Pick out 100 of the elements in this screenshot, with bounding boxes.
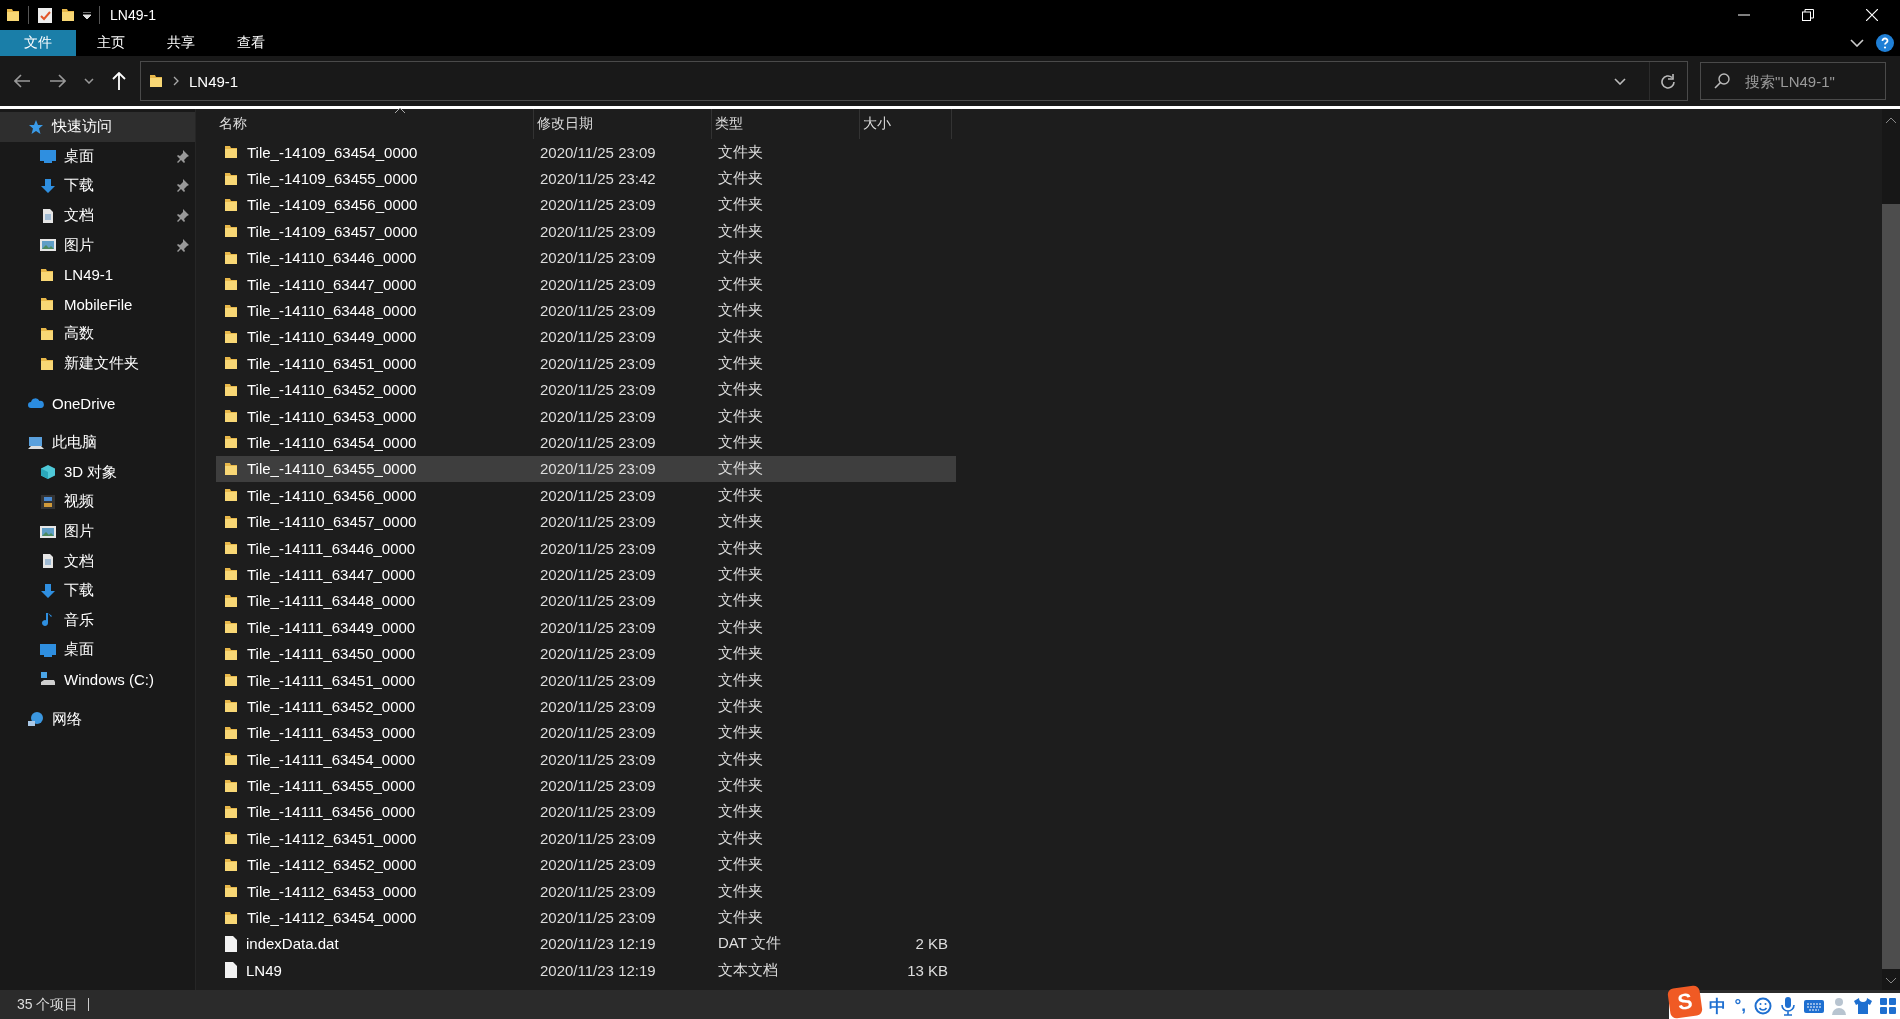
up-arrow-icon[interactable] — [112, 72, 126, 90]
sidebar-item[interactable]: 网络 — [0, 704, 195, 734]
sidebar-item[interactable]: 图片 — [0, 230, 195, 260]
file-row[interactable]: Tile_-14110_63448_0000 2020/11/25 23:09 文件夹 — [216, 297, 956, 324]
file-row[interactable]: Tile_-14110_63447_0000 2020/11/25 23:09 文件夹 — [216, 270, 956, 298]
keyboard-icon[interactable] — [1804, 998, 1824, 1014]
file-row[interactable]: Tile_-14111_63456_0000 2020/11/25 23:09 文件夹 — [216, 798, 956, 826]
column-header[interactable]: 类型 — [712, 109, 860, 139]
sidebar-item[interactable]: 新建文件夹 — [0, 348, 195, 379]
grid-icon[interactable] — [1880, 998, 1896, 1014]
file-row[interactable]: Tile_-14111_63454_0000 2020/11/25 23:09 文件夹 — [216, 746, 956, 773]
sidebar-item[interactable]: MobileFile — [0, 289, 195, 320]
sidebar-item[interactable]: 桌面 — [0, 635, 195, 665]
file-type: DAT 文件 — [717, 934, 782, 954]
scroll-down-icon[interactable] — [1885, 977, 1897, 984]
modified-date: 2020/11/25 23:09 — [539, 460, 657, 478]
sidebar-item[interactable]: 图片 — [0, 516, 195, 547]
file-row[interactable]: Tile_-14110_63457_0000 2020/11/25 23:09 文件夹 — [216, 508, 956, 535]
sidebar-item[interactable]: 3D 对象 — [0, 457, 195, 488]
file-row[interactable]: Tile_-14109_63457_0000 2020/11/25 23:09 文件夹 — [216, 218, 956, 245]
chevron-down-icon[interactable] — [1850, 39, 1864, 47]
file-row[interactable]: Tile_-14111_63446_0000 2020/11/25 23:09 文件夹 — [216, 534, 956, 562]
modified-date: 2020/11/25 23:09 — [539, 697, 657, 715]
pin-icon — [177, 179, 189, 193]
forward-arrow-icon[interactable] — [49, 74, 66, 88]
file-name: Tile_-14110_63455_0000 — [247, 460, 417, 478]
file-type: 文件夹 — [717, 327, 764, 347]
modified-date: 2020/11/25 23:09 — [539, 592, 657, 610]
file-row[interactable]: Tile_-14111_63452_0000 2020/11/25 23:09 文件夹 — [216, 693, 956, 720]
ribbon-tab[interactable]: 共享 — [146, 30, 216, 56]
sidebar-item[interactable]: 视频 — [0, 487, 195, 517]
microphone-icon[interactable] — [1780, 996, 1796, 1016]
folder-icon — [40, 266, 56, 283]
file-row[interactable]: Tile_-14111_63451_0000 2020/11/25 23:09 文件夹 — [216, 666, 956, 694]
sidebar-item[interactable]: 文档 — [0, 200, 195, 231]
sidebar-item[interactable]: 快速访问 — [0, 112, 195, 142]
search-field[interactable]: 搜索"LN49-1" — [1700, 62, 1886, 100]
address-field[interactable]: LN49-1 — [140, 61, 1688, 101]
file-row[interactable]: Tile_-14111_63449_0000 2020/11/25 23:09 文件夹 — [216, 614, 956, 641]
sidebar-item[interactable]: 桌面 — [0, 141, 195, 172]
back-arrow-icon[interactable] — [14, 74, 31, 88]
file-row[interactable]: Tile_-14111_63453_0000 2020/11/25 23:09 文件夹 — [216, 719, 956, 746]
chevron-right-icon[interactable] — [173, 76, 179, 86]
file-row[interactable]: Tile_-14109_63455_0000 2020/11/25 23:42 文件夹 — [216, 165, 956, 192]
file-row[interactable]: Tile_-14111_63448_0000 2020/11/25 23:09 文件夹 — [216, 587, 956, 615]
modified-date: 2020/11/25 23:09 — [539, 645, 657, 663]
sidebar-item[interactable]: OneDrive — [0, 388, 195, 418]
file-row[interactable]: Tile_-14111_63455_0000 2020/11/25 23:09 文件夹 — [216, 772, 956, 799]
ribbon-tab[interactable]: 查看 — [216, 30, 286, 56]
file-row[interactable]: Tile_-14110_63449_0000 2020/11/25 23:09 文件夹 — [216, 323, 956, 351]
file-row[interactable]: Tile_-14110_63453_0000 2020/11/25 23:09 文件夹 — [216, 402, 956, 430]
chevron-down-icon[interactable] — [1614, 77, 1626, 85]
file-row[interactable]: Tile_-14110_63452_0000 2020/11/25 23:09 文件夹 — [216, 376, 956, 403]
sidebar-item[interactable]: LN49-1 — [0, 259, 195, 290]
file-row[interactable]: Tile_-14112_63451_0000 2020/11/25 23:09 文件夹 — [216, 825, 956, 852]
file-row[interactable]: Tile_-14109_63454_0000 2020/11/25 23:09 文件夹 — [216, 139, 956, 166]
folder-icon — [224, 355, 238, 372]
file-row[interactable]: Tile_-14112_63453_0000 2020/11/25 23:09 文件夹 — [216, 877, 956, 905]
file-row[interactable]: Tile_-14110_63456_0000 2020/11/25 23:09 文件夹 — [216, 482, 956, 509]
file-row[interactable]: Tile_-14110_63446_0000 2020/11/25 23:09 文件夹 — [216, 244, 956, 271]
file-row[interactable]: Tile_-14112_63452_0000 2020/11/25 23:09 文件夹 — [216, 851, 956, 878]
file-row[interactable]: Tile_-14112_63454_0000 2020/11/25 23:09 文件夹 — [216, 904, 956, 931]
scroll-up-icon[interactable] — [1885, 117, 1897, 124]
smiley-icon[interactable] — [1754, 997, 1772, 1015]
column-header[interactable]: 名称 — [216, 109, 534, 139]
scrollbar-thumb[interactable] — [1882, 204, 1900, 969]
folder-icon[interactable] — [61, 7, 75, 23]
monitor-icon — [40, 641, 56, 658]
sidebar-item[interactable]: 高数 — [0, 319, 195, 349]
file-name: Tile_-14111_63447_0000 — [247, 565, 416, 583]
sort-caret-icon[interactable] — [394, 107, 406, 114]
sidebar-item[interactable]: 此电脑 — [0, 427, 195, 458]
ribbon-tab[interactable]: 主页 — [76, 30, 146, 56]
help-icon[interactable] — [1876, 34, 1894, 52]
file-type: 文件夹 — [717, 802, 764, 822]
file-row[interactable]: indexData.dat 2020/11/23 12:19 DAT 文件 2 KB — [216, 930, 956, 958]
sidebar-item[interactable]: Windows (C:) — [0, 664, 195, 695]
chevron-down-icon[interactable] — [84, 78, 94, 84]
input-mode-toggle[interactable]: 中 — [1709, 994, 1727, 1018]
file-row[interactable]: Tile_-14110_63455_0000 2020/11/25 23:09 文件夹 — [216, 455, 956, 483]
file-row[interactable]: Tile_-14110_63451_0000 2020/11/25 23:09 文件夹 — [216, 350, 956, 377]
sidebar-item[interactable]: 下载 — [0, 575, 195, 606]
file-name: Tile_-14112_63454_0000 — [247, 909, 417, 926]
file-row[interactable]: Tile_-14109_63456_0000 2020/11/25 23:09 文件夹 — [216, 191, 956, 219]
sidebar-item[interactable]: 音乐 — [0, 605, 195, 636]
punctuation-toggle[interactable]: °, — [1734, 996, 1746, 1016]
caret-icon[interactable] — [83, 11, 91, 19]
modified-date: 2020/11/25 23:09 — [539, 909, 657, 926]
ribbon-tab[interactable]: 文件 — [0, 30, 76, 56]
sidebar-item[interactable]: 文档 — [0, 546, 195, 576]
sidebar-item[interactable]: 下载 — [0, 171, 195, 201]
checklist-icon[interactable] — [37, 6, 53, 24]
file-row[interactable]: Tile_-14110_63454_0000 2020/11/25 23:09 文件夹 — [216, 429, 956, 456]
file-size: 13 KB — [906, 961, 949, 979]
file-row[interactable]: Tile_-14111_63450_0000 2020/11/25 23:09 文件夹 — [216, 640, 956, 667]
shirt-icon[interactable] — [1854, 997, 1872, 1015]
column-header[interactable]: 大小 — [860, 109, 952, 139]
column-header[interactable]: 修改日期 — [534, 109, 712, 139]
file-row[interactable]: LN49 2020/11/23 12:19 文本文档 13 KB — [216, 957, 956, 984]
file-row[interactable]: Tile_-14111_63447_0000 2020/11/25 23:09 文件夹 — [216, 561, 956, 588]
